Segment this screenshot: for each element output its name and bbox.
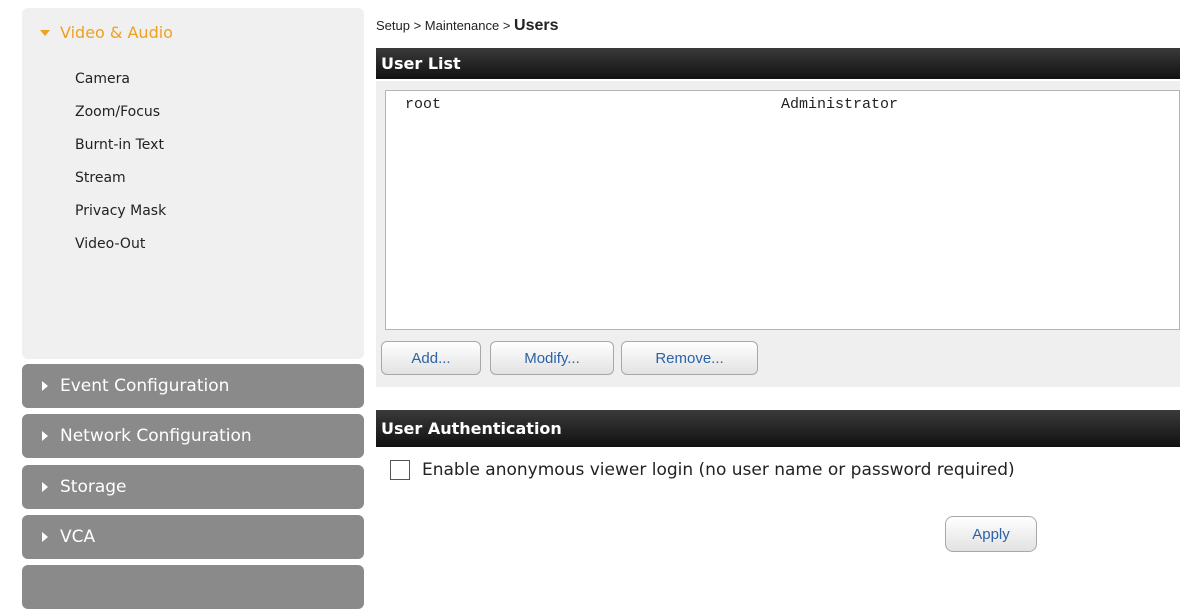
caret-right-icon <box>42 482 48 492</box>
caret-right-icon <box>42 532 48 542</box>
user-auth-header: User Authentication <box>376 410 1180 447</box>
anonymous-login-row: Enable anonymous viewer login (no user n… <box>390 460 1015 480</box>
anonymous-login-label: Enable anonymous viewer login (no user n… <box>422 460 1015 480</box>
breadcrumb-current: Users <box>514 17 559 34</box>
menu-section-label: Network Configuration <box>60 426 252 446</box>
menu-section-storage[interactable]: Storage <box>22 465 364 509</box>
add-user-button[interactable]: Add... <box>381 341 481 375</box>
menu-section-event-configuration[interactable]: Event Configuration <box>22 364 364 408</box>
modify-user-button[interactable]: Modify... <box>490 341 614 375</box>
user-list-header: User List <box>376 48 1180 79</box>
anonymous-login-checkbox[interactable] <box>390 460 410 480</box>
apply-button[interactable]: Apply <box>945 516 1037 552</box>
menu-section-label: Event Configuration <box>60 376 230 396</box>
menu-section-video-audio: Video & Audio Camera Zoom/Focus Burnt-in… <box>22 8 364 359</box>
menu-section-label: VCA <box>60 527 96 547</box>
menu-header-label: Video & Audio <box>60 22 173 42</box>
menu-section-network-configuration[interactable]: Network Configuration <box>22 414 364 458</box>
sidebar: Video & Audio Camera Zoom/Focus Burnt-in… <box>22 8 364 609</box>
user-list-title: User List <box>381 54 461 73</box>
user-role: Administrator <box>781 96 899 113</box>
remove-user-button[interactable]: Remove... <box>621 341 758 375</box>
main-content: Setup > Maintenance > Users User List ro… <box>376 0 1180 574</box>
menu-section-more[interactable] <box>22 565 364 609</box>
breadcrumb-path: Setup > Maintenance > <box>376 18 515 33</box>
menu-section-vca[interactable]: VCA <box>22 515 364 559</box>
caret-right-icon <box>42 381 48 391</box>
user-list-panel: root Administrator Add... Modify... Remo… <box>376 81 1180 387</box>
menu-section-label: Storage <box>60 477 127 497</box>
submenu-video-audio: Camera Zoom/Focus Burnt-in Text Stream P… <box>22 56 364 280</box>
caret-right-icon <box>42 431 48 441</box>
user-row[interactable]: root Administrator <box>386 91 1179 113</box>
user-name: root <box>405 96 442 113</box>
menu-header-video-audio[interactable]: Video & Audio <box>22 8 364 56</box>
submenu-item-video-out[interactable]: Video-Out <box>22 234 364 280</box>
user-list-box[interactable]: root Administrator <box>385 90 1180 330</box>
breadcrumb: Setup > Maintenance > Users <box>376 17 559 35</box>
caret-down-icon <box>40 30 50 36</box>
user-auth-title: User Authentication <box>381 419 562 438</box>
